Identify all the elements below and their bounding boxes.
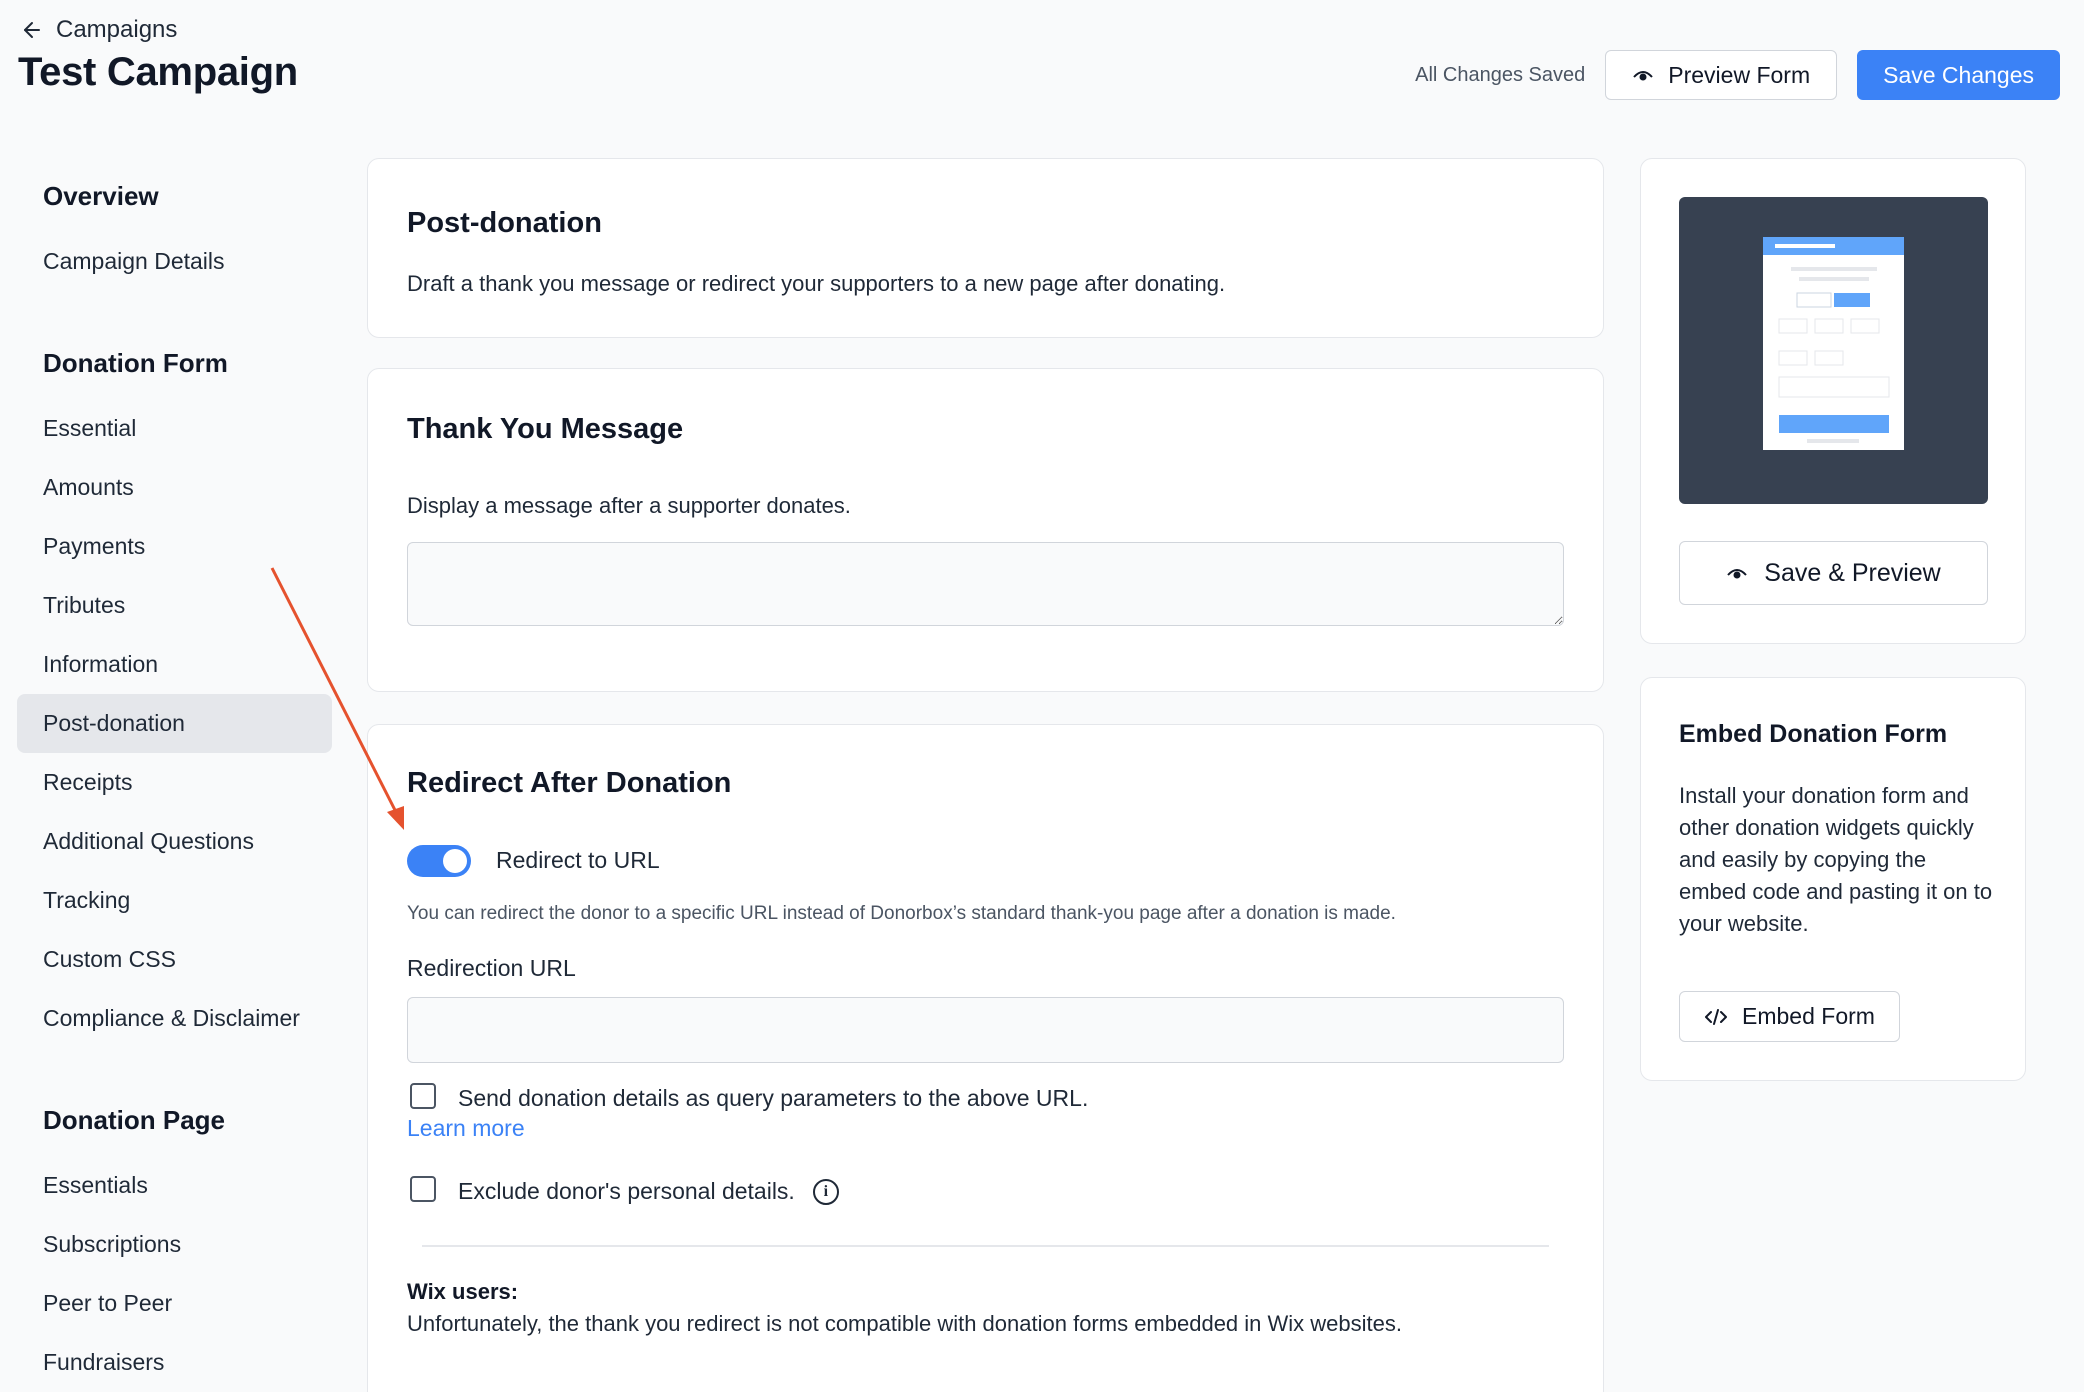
embed-title: Embed Donation Form	[1679, 720, 1948, 748]
redirection-url-input[interactable]	[407, 997, 1564, 1063]
info-icon[interactable]: i	[812, 1178, 839, 1205]
embed-description: Install your donation form and other don…	[1679, 783, 1993, 936]
sidebar-item-peer-to-peer[interactable]: Peer to Peer	[17, 1274, 332, 1333]
sidebar-item-essential[interactable]: Essential	[17, 399, 332, 458]
sidebar-item-tributes[interactable]: Tributes	[17, 576, 332, 635]
thank-you-description: Display a message after a supporter dona…	[407, 493, 851, 518]
redirect-helper-text: You can redirect the donor to a specific…	[407, 903, 1396, 924]
save-status: All Changes Saved	[1415, 63, 1586, 86]
redirect-toggle-label: Redirect to URL	[496, 847, 660, 873]
redirect-title: Redirect After Donation	[407, 767, 732, 799]
sidebar-section-donation-page: Donation Page	[43, 1104, 226, 1135]
sidebar-section-overview: Overview	[43, 180, 159, 211]
redirect-toggle[interactable]	[407, 845, 471, 877]
sidebar-item-subscriptions[interactable]: Subscriptions	[17, 1215, 332, 1274]
sidebar-section-donation-form: Donation Form	[43, 347, 228, 378]
arrow-left-icon	[24, 22, 40, 38]
form-preview-thumbnail	[1679, 197, 1988, 504]
preview-form-label: Preview Form	[1668, 61, 1811, 88]
thank-you-message-textarea[interactable]	[407, 542, 1564, 626]
save-preview-label: Save & Preview	[1764, 558, 1941, 587]
embed-form-button[interactable]: Embed Form	[1679, 991, 1900, 1042]
learn-more-link[interactable]: Learn more	[407, 1115, 525, 1142]
save-changes-button[interactable]: Save Changes	[1857, 50, 2060, 100]
eye-icon	[1727, 569, 1748, 579]
thank-you-title: Thank You Message	[407, 413, 684, 445]
exclude-personal-row: Exclude donor's personal details. i	[458, 1178, 839, 1205]
post-donation-card: Post-donation Draft a thank you message …	[367, 158, 1604, 338]
sidebar-item-fundraisers[interactable]: Fundraisers	[17, 1333, 332, 1392]
eye-icon	[1633, 71, 1653, 81]
sidebar-item-compliance[interactable]: Compliance & Disclaimer	[17, 989, 332, 1048]
post-donation-description: Draft a thank you message or redirect yo…	[407, 271, 1226, 296]
sidebar-item-payments[interactable]: Payments	[17, 517, 332, 576]
post-donation-title: Post-donation	[407, 207, 602, 239]
form-thumbnail-illustration	[1763, 237, 1904, 450]
page-title: Test Campaign	[18, 50, 298, 94]
redirection-url-label: Redirection URL	[407, 955, 576, 981]
sidebar-item-post-donation[interactable]: Post-donation	[17, 694, 332, 753]
embed-panel: Embed Donation Form Install your donatio…	[1640, 677, 2026, 1081]
exclude-personal-checkbox[interactable]	[410, 1176, 436, 1202]
sidebar-item-additional-questions[interactable]: Additional Questions	[17, 812, 332, 871]
back-to-campaigns-link[interactable]: Campaigns	[20, 16, 177, 44]
sidebar-item-custom-css[interactable]: Custom CSS	[17, 930, 332, 989]
exclude-personal-label: Exclude donor's personal details.	[458, 1178, 795, 1204]
preview-panel: Save & Preview	[1640, 158, 2026, 644]
sidebar-item-information[interactable]: Information	[17, 635, 332, 694]
back-link-label: Campaigns	[56, 16, 178, 43]
query-params-label: Send donation details as query parameter…	[458, 1085, 1089, 1111]
sidebar-item-essentials[interactable]: Essentials	[17, 1156, 332, 1215]
wix-users-text: Unfortunately, the thank you redirect is…	[407, 1311, 1402, 1336]
header-actions: All Changes Saved Preview Form Save Chan…	[1415, 50, 2060, 100]
query-params-checkbox[interactable]	[410, 1083, 436, 1109]
sidebar-item-tracking[interactable]: Tracking	[17, 871, 332, 930]
sidebar-item-campaign-details[interactable]: Campaign Details	[17, 232, 332, 291]
preview-form-button[interactable]: Preview Form	[1605, 50, 1838, 100]
sidebar-item-receipts[interactable]: Receipts	[17, 753, 332, 812]
save-preview-button[interactable]: Save & Preview	[1679, 541, 1988, 605]
wix-users-title: Wix users:	[407, 1279, 519, 1304]
sidebar-item-amounts[interactable]: Amounts	[17, 458, 332, 517]
divider	[422, 1245, 1549, 1247]
embed-form-label: Embed Form	[1742, 1003, 1875, 1029]
thank-you-card: Thank You Message Display a message afte…	[367, 368, 1604, 692]
redirect-card: Redirect After Donation Redirect to URL …	[367, 724, 1604, 1392]
sidebar-nav: Overview Campaign Details Donation Form …	[17, 160, 332, 1392]
code-icon	[1705, 1008, 1727, 1025]
